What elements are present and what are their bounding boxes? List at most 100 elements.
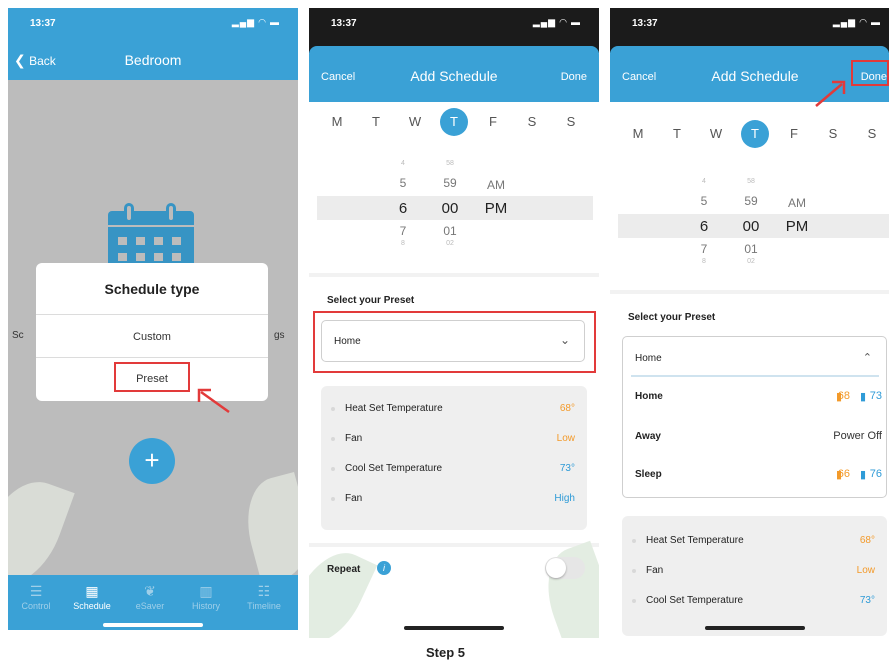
picker-am: AM — [788, 196, 806, 210]
tab-timeline[interactable]: ☷ Timeline — [236, 583, 292, 611]
preset-settings-card: Heat Set Temperature 68° Fan Low Cool Set … — [622, 516, 887, 636]
picker-minute: 02 — [747, 258, 755, 265]
day-sat[interactable]: S — [819, 120, 847, 148]
repeat-toggle[interactable] — [545, 557, 585, 579]
day-mon[interactable]: M — [323, 108, 351, 136]
pointer-arrow-icon — [197, 388, 230, 414]
preset-option-home[interactable]: Home ▮ 68 ▮ 73 — [623, 387, 886, 409]
picker-minute: 01 — [443, 224, 457, 238]
day-mon[interactable]: M — [624, 120, 652, 148]
chevron-up-icon: ⌃ — [862, 352, 872, 364]
preset-dropdown-expanded[interactable]: Home ⌃ Home ▮ 68 ▮ 73 Away Power Off Sle… — [622, 336, 887, 498]
day-fri[interactable]: F — [780, 120, 808, 148]
nav-bar: Cancel Add Schedule Done — [309, 46, 599, 102]
calendar-icon: ▦ — [85, 583, 99, 599]
bar-chart-icon: ▥ — [199, 583, 213, 599]
status-time: 13:37 — [30, 18, 56, 29]
picker-pm-selected: PM — [484, 200, 508, 217]
home-indicator — [404, 626, 504, 630]
picker-hour: 5 — [700, 194, 708, 208]
setting-row: Heat Set Temperature 68° — [622, 534, 887, 554]
picker-hour: 4 — [702, 178, 706, 185]
schedule-type-dialog: Schedule type Custom Preset — [36, 263, 268, 401]
screen-add-schedule-select: 13:37 ▂▄▆ ◠ ▬ Cancel Add Schedule Done M… — [309, 8, 599, 638]
picker-hour: 7 — [399, 224, 407, 238]
page-title: Add Schedule — [410, 68, 498, 84]
day-wed[interactable]: W — [702, 120, 730, 148]
picker-hour-selected: 6 — [699, 218, 709, 235]
picker-hour: 8 — [702, 258, 706, 265]
screen-add-schedule-presets: 13:37 ▂▄▆ ◠ ▬ Cancel Add Schedule Done M… — [610, 8, 889, 638]
picker-minute: 58 — [747, 178, 755, 185]
section-divider — [309, 543, 599, 547]
sliders-icon: ☰ — [29, 583, 43, 599]
add-schedule-button[interactable]: + — [129, 438, 175, 484]
home-indicator — [705, 626, 805, 630]
setting-row: Fan Low — [321, 432, 587, 452]
day-fri[interactable]: F — [479, 108, 507, 136]
screen-schedule-type: 13:37 ▂▄▆ ◠ ▬ ❮ Back Bedroom Sc gs Sched… — [8, 8, 298, 638]
status-time: 13:37 — [331, 18, 357, 29]
cool-icon: ▮ — [859, 391, 866, 403]
day-wed[interactable]: W — [401, 108, 429, 136]
toggle-knob — [546, 558, 566, 578]
leaf-decoration — [309, 540, 378, 638]
tab-control[interactable]: ☰ Control — [8, 583, 64, 611]
leaf-icon: ❦ — [144, 583, 156, 599]
picker-minute: 59 — [443, 176, 457, 190]
leaf-decoration — [533, 540, 599, 638]
day-sat[interactable]: S — [518, 108, 546, 136]
pointer-arrow-icon — [815, 80, 846, 107]
section-divider — [309, 273, 599, 277]
tab-schedule[interactable]: ▦ Schedule — [64, 583, 120, 611]
day-tue[interactable]: T — [362, 108, 390, 136]
done-button[interactable]: Done — [561, 71, 587, 83]
page-title: Bedroom — [124, 52, 182, 68]
preset-settings-card: Heat Set Temperature 68° Fan Low Cool Set … — [321, 386, 587, 530]
status-bar: 13:37 ▂▄▆ ◠ ▬ — [309, 8, 599, 38]
repeat-label: Repeat — [327, 564, 361, 575]
picker-hour: 7 — [700, 242, 708, 256]
day-tue[interactable]: T — [663, 120, 691, 148]
setting-row: Fan High — [321, 492, 587, 512]
picker-minute-selected: 00 — [742, 218, 760, 235]
tab-history[interactable]: ▥ History — [178, 583, 234, 611]
day-sun[interactable]: S — [858, 120, 886, 148]
picker-hour: 5 — [399, 176, 407, 190]
picker-minute-selected: 00 — [441, 200, 459, 217]
picker-pm-selected: PM — [785, 218, 809, 235]
day-selector: M T W T F S S — [610, 120, 889, 148]
day-thu[interactable]: T — [741, 120, 769, 148]
home-indicator — [103, 623, 203, 627]
day-sun[interactable]: S — [557, 108, 585, 136]
info-icon[interactable]: i — [377, 561, 391, 575]
day-selector: M T W T F S S — [309, 108, 599, 136]
picker-hour-selected: 6 — [398, 200, 408, 217]
preset-option-sleep[interactable]: Sleep ▮ 66 ▮ 76 — [623, 465, 886, 487]
tab-esaver[interactable]: ❦ eSaver — [122, 583, 178, 611]
preset-option-away[interactable]: Away Power Off — [623, 427, 886, 449]
picker-minute: 01 — [744, 242, 758, 256]
tab-bar: ☰ Control ▦ Schedule ❦ eSaver ▥ History ☷ Tim… — [8, 575, 298, 630]
picker-hour: 8 — [401, 240, 405, 247]
section-divider — [610, 290, 889, 294]
timeline-icon: ☷ — [257, 583, 271, 599]
status-icons: ▂▄▆ ◠ ▬ — [532, 17, 581, 27]
step-caption: Step 5 — [426, 645, 466, 660]
status-time: 13:37 — [632, 18, 658, 29]
status-icons: ▂▄▆ ◠ ▬ — [231, 17, 280, 27]
background-label-left: Sc — [12, 330, 24, 341]
picker-minute: 59 — [744, 194, 758, 208]
picker-minute: 58 — [446, 160, 454, 167]
background-label-right: gs — [274, 330, 285, 341]
setting-row: Cool Set Temperature 73° — [321, 462, 587, 482]
status-icons: ▂▄▆ ◠ ▬ — [832, 17, 881, 27]
dialog-title: Schedule type — [104, 281, 200, 297]
preset-dropdown-value: Home — [635, 353, 662, 364]
custom-option[interactable]: Custom — [36, 331, 268, 343]
picker-minute: 02 — [446, 240, 454, 247]
setting-row: Heat Set Temperature 68° — [321, 402, 587, 422]
day-thu[interactable]: T — [440, 108, 468, 136]
preset-highlight-box — [114, 362, 190, 392]
cool-icon: ▮ — [859, 469, 866, 481]
